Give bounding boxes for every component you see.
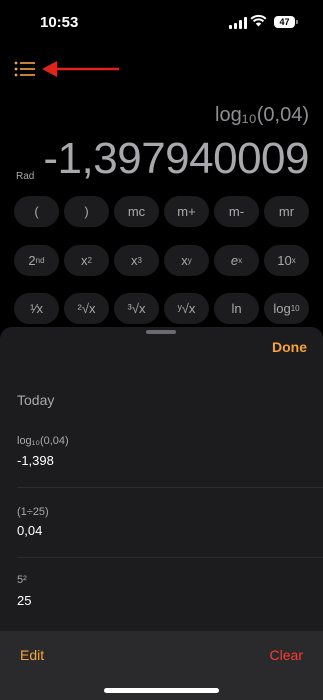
- status-bar: 10:53 47: [0, 0, 323, 46]
- cube-root-button[interactable]: ³√x: [114, 293, 159, 324]
- square-button[interactable]: x2: [64, 245, 109, 276]
- memory-subtract-button[interactable]: m-: [214, 196, 259, 227]
- done-button[interactable]: Done: [272, 339, 307, 355]
- history-entry-value[interactable]: 0,04: [17, 523, 42, 538]
- history-divider: [17, 487, 323, 488]
- ln-button[interactable]: ln: [214, 293, 259, 324]
- history-entry-expression[interactable]: (1÷25): [17, 506, 49, 518]
- power-button[interactable]: xy: [164, 245, 209, 276]
- history-toolbar: Edit Clear: [0, 631, 323, 700]
- cube-button[interactable]: x3: [114, 245, 159, 276]
- open-paren-button[interactable]: (: [14, 196, 59, 227]
- second-function-button[interactable]: 2nd: [14, 245, 59, 276]
- status-time: 10:53: [40, 14, 79, 31]
- history-entry-expression[interactable]: log₁₀(0,04): [17, 435, 69, 447]
- clear-button[interactable]: Clear: [270, 647, 303, 663]
- memory-clear-button[interactable]: mc: [114, 196, 159, 227]
- battery-tip: [296, 20, 298, 24]
- reciprocal-button[interactable]: ¹⁄x: [14, 293, 59, 324]
- memory-recall-button[interactable]: mr: [264, 196, 309, 227]
- memory-add-button[interactable]: m+: [164, 196, 209, 227]
- battery-icon: 47: [274, 16, 295, 28]
- history-entry-value[interactable]: -1,398: [17, 453, 54, 468]
- expression-display: log₁₀(0,04): [215, 104, 309, 126]
- wifi-icon: [250, 14, 267, 27]
- y-root-button[interactable]: ʸ√x: [164, 293, 209, 324]
- ten-power-button[interactable]: 10 x: [264, 245, 309, 276]
- history-entry-expression[interactable]: 5²: [17, 574, 27, 586]
- angle-mode-label: Rad: [16, 171, 35, 182]
- history-section-header: Today: [17, 392, 55, 408]
- sheet-grabber[interactable]: [146, 330, 176, 334]
- square-root-button[interactable]: ²√x: [64, 293, 109, 324]
- history-entry-value[interactable]: 25: [17, 593, 31, 608]
- cellular-signal-icon: [229, 17, 247, 29]
- log10-button[interactable]: log 10: [264, 293, 309, 324]
- history-divider: [17, 557, 323, 558]
- history-list-icon[interactable]: [14, 61, 36, 77]
- result-display: -1,397940009: [43, 134, 309, 183]
- annotation-arrow-icon: [42, 61, 119, 77]
- exp-button[interactable]: ex: [214, 245, 259, 276]
- close-paren-button[interactable]: ): [64, 196, 109, 227]
- edit-button[interactable]: Edit: [20, 647, 44, 663]
- home-indicator[interactable]: [104, 688, 219, 693]
